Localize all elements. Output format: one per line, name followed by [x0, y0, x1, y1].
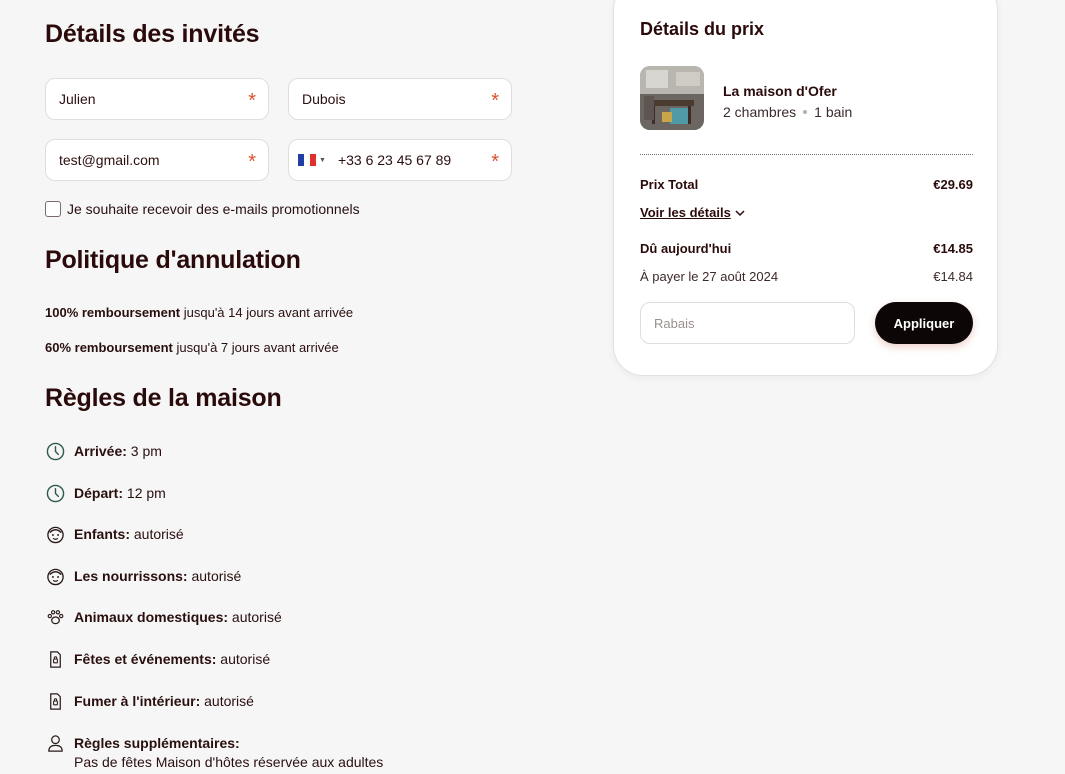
rule-label: Les nourrissons: — [74, 568, 188, 584]
rule-value: autorisé — [130, 526, 184, 542]
divider — [640, 154, 973, 155]
rule-events: Fêtes et événements: autorisé — [45, 649, 270, 669]
rule-label: Enfants: — [74, 526, 130, 542]
promo-email-option[interactable]: Je souhaite recevoir des e-mails promoti… — [45, 201, 360, 217]
rule-infants: Les nourrissons: autorisé — [45, 566, 241, 586]
rule-children: Enfants: autorisé — [45, 524, 184, 544]
child-face-icon — [45, 566, 65, 586]
discount-input[interactable] — [640, 302, 855, 344]
last-name-field[interactable]: Dubois * — [288, 78, 512, 120]
first-name-value: Julien — [59, 91, 96, 107]
rule-label: Fumer à l'intérieur: — [74, 693, 201, 709]
rule-value: autorisé — [187, 568, 242, 584]
clock-icon — [45, 441, 65, 461]
promo-email-label: Je souhaite recevoir des e-mails promoti… — [67, 201, 360, 217]
rule-value: autorisé — [228, 609, 282, 625]
guest-details-title: Détails des invités — [45, 20, 260, 48]
total-label: Prix Total — [640, 177, 699, 192]
person-icon — [45, 733, 65, 753]
view-details-label: Voir les détails — [640, 205, 731, 220]
france-flag-icon[interactable] — [298, 154, 316, 166]
clock-icon — [45, 483, 65, 503]
house-rules-title: Règles de la maison — [45, 384, 282, 412]
rule-additional: Règles supplémentaires: Pas de fêtes Mais… — [45, 733, 383, 771]
property-name: La maison d'Ofer — [723, 83, 837, 99]
policy-text: jusqu'à 7 jours avant arrivée — [172, 340, 339, 355]
due-today-label: Dû aujourd'hui — [640, 241, 732, 256]
property-thumbnail — [640, 66, 704, 130]
price-details-card: Détails du prix La maison d'Ofer 2 chamb… — [613, 0, 998, 376]
view-details-link[interactable]: Voir les détails — [640, 205, 746, 220]
rule-label: Règles supplémentaires: — [74, 735, 240, 751]
policy-amount: 100% remboursement — [45, 305, 181, 320]
policy-text: jusqu'à 14 jours avant arrivée — [180, 305, 354, 320]
pay-later-row: À payer le 27 août 2024 €14.84 — [640, 269, 973, 284]
email-field[interactable]: test@gmail.com * — [45, 139, 269, 181]
required-mark: * — [248, 90, 256, 112]
baths-count: 1 bain — [814, 104, 853, 120]
rule-value: 12 pm — [123, 485, 166, 501]
chevron-down-icon[interactable]: ▼ — [319, 157, 326, 164]
bedrooms-count: 2 chambres — [723, 104, 797, 120]
phone-value: +33 6 23 45 67 89 — [337, 152, 452, 168]
required-mark: * — [491, 90, 499, 112]
price-details-title: Détails du prix — [640, 19, 765, 39]
cancellation-title: Politique d'annulation — [45, 246, 301, 274]
rule-label: Animaux domestiques: — [74, 609, 229, 625]
child-face-icon — [45, 524, 65, 544]
rule-value: autorisé — [216, 651, 271, 667]
separator-dot — [803, 110, 808, 114]
required-mark: * — [248, 151, 256, 173]
required-mark: * — [491, 151, 499, 173]
rule-smoking: Fumer à l'intérieur: autorisé — [45, 691, 254, 711]
rule-value: autorisé — [200, 693, 254, 709]
rule-pets: Animaux domestiques: autorisé — [45, 607, 282, 627]
due-today-row: Dû aujourd'hui €14.85 — [640, 241, 973, 256]
event-doc-icon — [45, 649, 65, 669]
pay-later-label: À payer le 27 août 2024 — [640, 269, 779, 284]
first-name-field[interactable]: Julien * — [45, 78, 269, 120]
rule-checkout: Départ: 12 pm — [45, 483, 166, 503]
policy-item: 60% remboursement jusqu'à 7 jours avant … — [45, 340, 339, 355]
promo-email-checkbox[interactable] — [45, 201, 61, 217]
due-today-value: €14.85 — [933, 241, 973, 256]
email-value: test@gmail.com — [59, 152, 160, 168]
rule-checkin: Arrivée: 3 pm — [45, 441, 162, 461]
property-meta: 2 chambres 1 bain — [723, 104, 852, 120]
policy-item: 100% remboursement jusqu'à 14 jours avan… — [45, 305, 353, 320]
policy-amount: 60% remboursement — [45, 340, 173, 355]
last-name-value: Dubois — [302, 91, 346, 107]
total-row: Prix Total €29.69 — [640, 177, 973, 192]
event-doc-icon — [45, 691, 65, 711]
pay-later-value: €14.84 — [933, 269, 973, 284]
rule-label: Arrivée: — [74, 443, 127, 459]
chevron-down-icon — [735, 209, 745, 216]
apply-button[interactable]: Appliquer — [875, 302, 973, 344]
rule-value: 3 pm — [126, 443, 162, 459]
paw-icon — [45, 607, 65, 627]
rule-label: Départ: — [74, 485, 124, 501]
rule-value: Pas de fêtes Maison d'hôtes réservée aux… — [74, 754, 384, 770]
total-value: €29.69 — [933, 177, 973, 192]
phone-field[interactable]: ▼ +33 6 23 45 67 89 * — [288, 139, 512, 181]
rule-label: Fêtes et événements: — [74, 651, 217, 667]
